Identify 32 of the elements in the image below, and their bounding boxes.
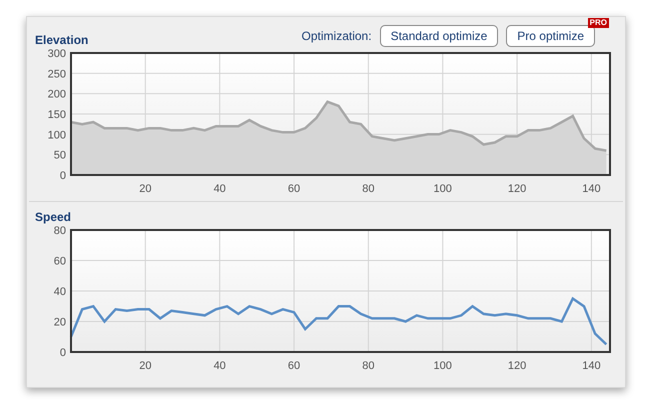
y-tick-label: 100: [48, 129, 66, 142]
x-tick-label: 20: [139, 183, 152, 195]
y-tick-label: 80: [54, 226, 66, 237]
x-tick-label: 100: [434, 183, 452, 195]
x-tick-label: 40: [214, 360, 226, 372]
x-tick-label: 80: [362, 183, 374, 195]
pro-badge: PRO: [588, 18, 609, 28]
chart-title: Speed: [35, 209, 72, 226]
chart-title: Elevation: [35, 32, 88, 49]
y-tick-label: 300: [48, 49, 66, 60]
y-tick-label: 250: [48, 68, 66, 80]
x-tick-label: 140: [582, 183, 601, 195]
y-tick-label: 20: [54, 316, 66, 328]
optimize-button[interactable]: Standard optimize: [380, 25, 498, 47]
y-tick-label: 60: [54, 256, 66, 268]
y-tick-label: 40: [54, 286, 66, 298]
x-tick-label: 20: [139, 360, 152, 372]
y-tick-label: 0: [60, 347, 66, 359]
x-tick-label: 80: [362, 360, 374, 372]
optimization-label: Optimization:: [302, 28, 372, 45]
y-tick-label: 200: [48, 88, 66, 101]
optimize-button[interactable]: Pro optimize: [506, 25, 595, 47]
x-tick-label: 40: [214, 183, 226, 195]
x-tick-label: 100: [434, 360, 452, 372]
x-tick-label: 60: [288, 360, 300, 372]
x-tick-label: 60: [288, 183, 300, 195]
y-tick-label: 50: [54, 150, 66, 162]
x-tick-label: 120: [508, 183, 526, 195]
y-tick-label: 0: [60, 170, 66, 182]
y-tick-label: 150: [48, 109, 66, 121]
x-tick-label: 140: [582, 360, 601, 372]
x-tick-label: 120: [508, 360, 526, 372]
